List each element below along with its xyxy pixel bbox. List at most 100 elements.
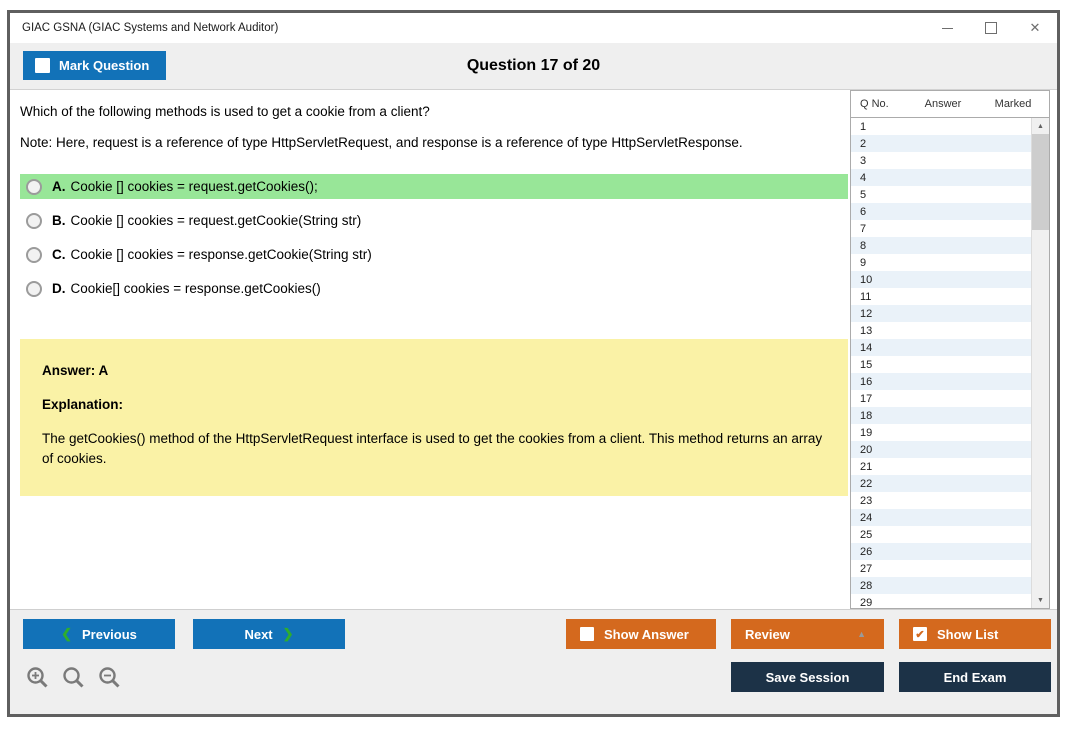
question-list-row[interactable]: 22 <box>851 475 1031 492</box>
maximize-icon <box>985 22 997 34</box>
question-list-header: Q No. Answer Marked <box>851 91 1049 118</box>
review-label: Review <box>745 626 790 642</box>
mark-question-checkbox[interactable] <box>35 58 50 73</box>
triangle-up-icon: ▲ <box>857 629 866 639</box>
option-letter: D. <box>52 281 66 296</box>
column-marked: Marked <box>994 98 1032 110</box>
question-list-rows: 1 2 3 4 5 6 7 8 9 10 11 12 13 14 15 16 17 18 19 20 21 22 23 24 2… <box>851 118 1031 608</box>
question-list-row[interactable]: 25 <box>851 526 1031 543</box>
question-list-row[interactable]: 17 <box>851 390 1031 407</box>
previous-button[interactable]: ❮ Previous <box>23 619 175 649</box>
question-list-row[interactable]: 11 <box>851 288 1031 305</box>
next-button[interactable]: Next ❯ <box>193 619 345 649</box>
question-list-row[interactable]: 27 <box>851 560 1031 577</box>
option-d[interactable]: D. Cookie[] cookies = response.getCookie… <box>20 276 848 301</box>
explanation-label: Explanation: <box>42 397 124 412</box>
question-list-row[interactable]: 20 <box>851 441 1031 458</box>
zoom-controls <box>26 666 122 690</box>
scroll-up-icon[interactable]: ▲ <box>1032 118 1049 134</box>
answer-label: Answer: A <box>42 363 109 378</box>
window-title: GIAC GSNA (GIAC Systems and Network Audi… <box>22 22 279 34</box>
question-list-row[interactable]: 24 <box>851 509 1031 526</box>
option-c[interactable]: C. Cookie [] cookies = response.getCooki… <box>20 242 848 267</box>
column-answer: Answer <box>924 98 962 110</box>
zoom-reset-icon[interactable] <box>62 666 86 690</box>
option-d-radio[interactable] <box>26 280 42 297</box>
top-bar: Mark Question Question 17 of 20 <box>10 43 1057 89</box>
mark-question-button[interactable]: Mark Question <box>23 51 167 80</box>
footer-bar: ❮ Previous Next ❯ Show Answer Review ▲ ✔… <box>10 609 1057 714</box>
question-list-row[interactable]: 19 <box>851 424 1031 441</box>
maximize-button[interactable] <box>969 13 1013 43</box>
question-list-row[interactable]: 29 <box>851 594 1031 609</box>
save-session-button[interactable]: Save Session <box>731 662 884 692</box>
question-list-row[interactable]: 16 <box>851 373 1031 390</box>
question-list-row[interactable]: 1 <box>851 118 1031 135</box>
question-list-row[interactable]: 21 <box>851 458 1031 475</box>
mark-question-label: Mark Question <box>59 58 150 73</box>
question-list-row[interactable]: 28 <box>851 577 1031 594</box>
main-area: Which of the following methods is used t… <box>10 89 1057 609</box>
show-list-checkbox[interactable]: ✔ <box>913 627 927 641</box>
scroll-down-icon[interactable]: ▼ <box>1032 592 1049 608</box>
question-panel: Which of the following methods is used t… <box>20 90 848 609</box>
question-list-row[interactable]: 18 <box>851 407 1031 424</box>
option-letter: C. <box>52 247 66 262</box>
question-list-row[interactable]: 2 <box>851 135 1031 152</box>
column-qno: Q No. <box>860 98 889 110</box>
question-list-row[interactable]: 26 <box>851 543 1031 560</box>
question-note: Note: Here, request is a reference of ty… <box>20 135 743 150</box>
option-a-radio[interactable] <box>26 178 42 195</box>
show-answer-button[interactable]: Show Answer <box>566 619 716 649</box>
zoom-out-icon[interactable] <box>98 666 122 690</box>
scrollbar-thumb[interactable] <box>1032 134 1049 230</box>
question-list-row[interactable]: 23 <box>851 492 1031 509</box>
end-exam-button[interactable]: End Exam <box>899 662 1051 692</box>
review-button[interactable]: Review ▲ <box>731 619 884 649</box>
option-text: Cookie [] cookies = response.getCookie(S… <box>70 247 372 262</box>
window-controls: ✕ <box>925 13 1057 43</box>
question-list-row[interactable]: 3 <box>851 152 1031 169</box>
options-list: A. Cookie [] cookies = request.getCookie… <box>20 174 848 301</box>
app-window: GIAC GSNA (GIAC Systems and Network Audi… <box>7 10 1060 717</box>
question-text: Which of the following methods is used t… <box>20 104 430 119</box>
zoom-in-icon[interactable] <box>26 666 50 690</box>
question-list-row[interactable]: 10 <box>851 271 1031 288</box>
question-list-row[interactable]: 14 <box>851 339 1031 356</box>
question-list-row[interactable]: 13 <box>851 322 1031 339</box>
answer-explanation-panel: Answer: A Explanation: The getCookies() … <box>20 339 848 496</box>
close-button[interactable]: ✕ <box>1013 13 1057 43</box>
show-list-button[interactable]: ✔ Show List <box>899 619 1051 649</box>
question-list-row[interactable]: 8 <box>851 237 1031 254</box>
chevron-right-icon: ❯ <box>282 626 294 641</box>
option-b-radio[interactable] <box>26 212 42 229</box>
chevron-left-icon: ❮ <box>61 626 72 641</box>
question-counter: Question 17 of 20 <box>466 57 601 74</box>
show-answer-checkbox[interactable] <box>580 627 594 641</box>
option-a[interactable]: A. Cookie [] cookies = request.getCookie… <box>20 174 848 199</box>
close-icon: ✕ <box>1029 20 1041 35</box>
question-list-row[interactable]: 15 <box>851 356 1031 373</box>
option-b[interactable]: B. Cookie [] cookies = request.getCookie… <box>20 208 848 233</box>
question-list-body: 1 2 3 4 5 6 7 8 9 10 11 12 13 14 15 16 17 18 19 20 21 22 23 24 2… <box>851 118 1049 608</box>
show-answer-label: Show Answer <box>604 626 689 642</box>
question-list-row[interactable]: 12 <box>851 305 1031 322</box>
next-label: Next <box>244 626 273 642</box>
title-bar: GIAC GSNA (GIAC Systems and Network Audi… <box>10 13 1057 43</box>
question-list-row[interactable]: 4 <box>851 169 1031 186</box>
option-text: Cookie [] cookies = request.getCookies()… <box>70 179 318 194</box>
end-exam-label: End Exam <box>943 669 1007 685</box>
question-list-row[interactable]: 6 <box>851 203 1031 220</box>
option-letter: A. <box>52 179 66 194</box>
question-list-row[interactable]: 7 <box>851 220 1031 237</box>
option-c-radio[interactable] <box>26 246 42 263</box>
minimize-button[interactable] <box>925 13 969 43</box>
show-list-label: Show List <box>937 626 999 642</box>
question-list-row[interactable]: 5 <box>851 186 1031 203</box>
question-list-panel: Q No. Answer Marked 1 2 3 4 5 6 7 8 9 10 11 12 13 14 1… <box>850 90 1050 609</box>
option-letter: B. <box>52 213 66 228</box>
explanation-text: The getCookies() method of the HttpServl… <box>42 431 823 467</box>
question-list-scrollbar[interactable]: ▲ ▼ <box>1031 118 1049 608</box>
question-list-row[interactable]: 9 <box>851 254 1031 271</box>
option-text: Cookie[] cookies = response.getCookies() <box>70 281 321 296</box>
